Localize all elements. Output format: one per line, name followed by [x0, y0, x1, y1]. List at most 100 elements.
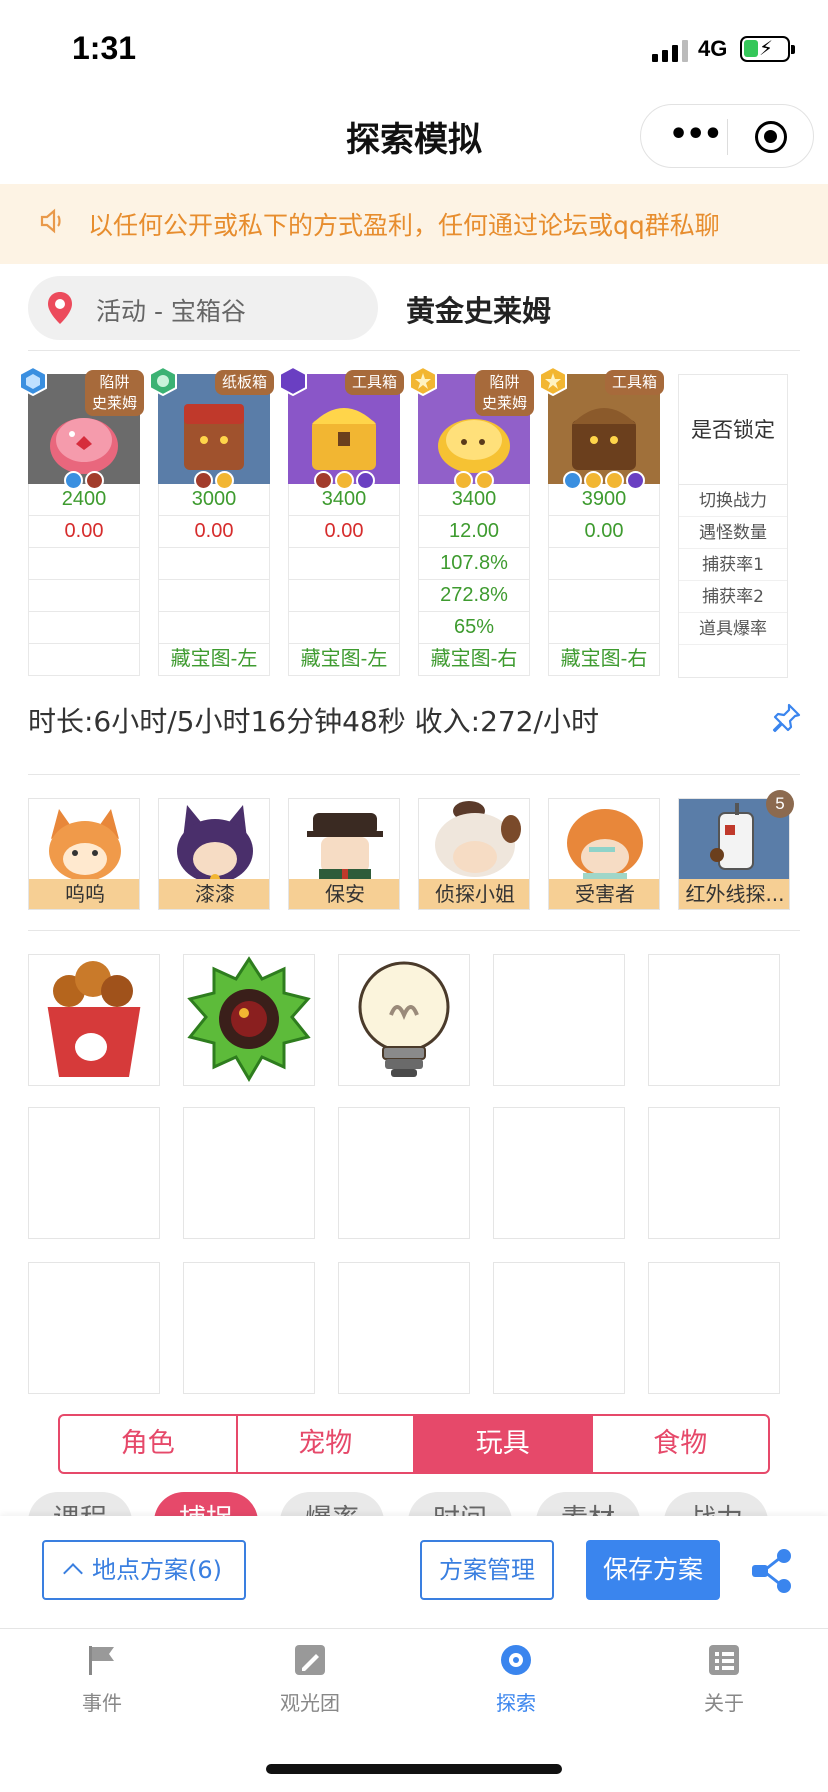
member-name: 侦探小姐 [419, 879, 529, 909]
divider [28, 350, 800, 351]
trait-icons [158, 471, 270, 490]
divider [28, 774, 800, 775]
member-slot[interactable]: 保安 [288, 798, 400, 910]
item-slot[interactable] [338, 954, 470, 1086]
enemy-tag: 工具箱 [344, 370, 404, 395]
member-name: 红外线探... [679, 879, 789, 909]
share-icon[interactable] [748, 1548, 794, 1594]
enemy-count: 0.00 [28, 516, 140, 548]
target-name: 黄金史莱姆 [406, 294, 552, 328]
tabbar-item-explore[interactable]: 探索 [456, 1643, 576, 1716]
trait-icons [28, 471, 140, 490]
label-power[interactable]: 切换战力 [679, 485, 787, 517]
manage-plans-button[interactable]: 方案管理 [420, 1540, 554, 1600]
enemy-capture2: 272.8% [418, 580, 530, 612]
battery-icon: ⚡ [740, 36, 795, 62]
item-slot[interactable] [648, 954, 780, 1086]
enemy-capture2 [288, 580, 400, 612]
divider [28, 930, 800, 931]
mini-program-capsule: ••• [640, 104, 814, 168]
tab-food[interactable]: 食物 [593, 1416, 769, 1472]
item-slot[interactable] [183, 1107, 315, 1239]
member-portrait [307, 813, 383, 881]
member-slot[interactable]: 受害者 [548, 798, 660, 910]
member-portrait [567, 809, 643, 881]
save-plan-button[interactable]: 保存方案 [586, 1540, 720, 1600]
item-slot[interactable] [493, 1262, 625, 1394]
tab-pet[interactable]: 宠物 [238, 1416, 415, 1472]
enemy-map: 藏宝图-右 [418, 644, 530, 676]
item-slot[interactable] [183, 1262, 315, 1394]
item-slot[interactable] [183, 954, 315, 1086]
tabbar-item-events[interactable]: 事件 [42, 1643, 162, 1716]
item-slot[interactable] [648, 1262, 780, 1394]
location-plans-button[interactable]: 地点方案(6) [42, 1540, 246, 1600]
enemy-card[interactable]: 陷阱 史莱姆 2400 0.00 [19, 366, 144, 676]
flag-icon [89, 1646, 114, 1675]
element-badge-icon [409, 366, 437, 396]
enemy-capture1 [28, 548, 140, 580]
edit-icon [295, 1645, 325, 1675]
element-badge-icon [149, 366, 177, 396]
chicken-bucket-icon [43, 961, 145, 1077]
tabbar-label: 事件 [82, 1691, 122, 1715]
speaker-icon [38, 206, 68, 243]
element-badge-icon [539, 366, 567, 396]
item-slot[interactable] [338, 1107, 470, 1239]
enemy-capture1 [548, 548, 660, 580]
item-slot[interactable] [648, 1107, 780, 1239]
chevron-up-icon [63, 1563, 83, 1583]
enemy-tag: 陷阱 史莱姆 [84, 370, 144, 416]
enemy-capture1: 107.8% [418, 548, 530, 580]
member-portrait [435, 801, 521, 877]
member-count-badge: 5 [766, 790, 794, 818]
green-gear-bomb-icon [187, 956, 311, 1082]
enemy-count: 0.00 [548, 516, 660, 548]
tab-toy[interactable]: 玩具 [415, 1416, 593, 1472]
member-slot[interactable]: 呜呜 [28, 798, 140, 910]
item-slot[interactable] [28, 1262, 160, 1394]
enemy-card[interactable]: 工具箱 3400 0.00 藏宝图-左 [279, 366, 404, 676]
member-slot[interactable]: 侦探小姐 [418, 798, 530, 910]
member-name: 漆漆 [159, 879, 269, 909]
trait-icons [288, 471, 400, 490]
item-slot[interactable] [493, 954, 625, 1086]
enemy-card[interactable]: 工具箱 3900 0.00 藏宝图-右 [539, 366, 664, 676]
enemy-card[interactable]: 纸板箱 3000 0.00 藏宝图-左 [149, 366, 274, 676]
pin-icon[interactable] [770, 702, 802, 734]
location-selector[interactable]: 活动 - 宝箱谷 [28, 276, 378, 340]
enemy-drop [288, 612, 400, 644]
tabbar-item-about[interactable]: 关于 [664, 1643, 784, 1716]
lock-toggle-label[interactable]: 是否锁定 [679, 375, 787, 485]
close-icon[interactable] [755, 121, 787, 153]
category-tabs: 角色 宠物 玩具 食物 [58, 1414, 770, 1474]
enemy-capture2 [158, 580, 270, 612]
element-badge-icon [279, 366, 307, 396]
enemy-card[interactable]: 陷阱 史莱姆 3400 12.00 107.8% 272.8% 65% 藏宝图-… [409, 366, 534, 676]
enemy-tag: 陷阱 史莱姆 [474, 370, 534, 416]
stat-labels-column: 是否锁定 切换战力 遇怪数量 捕获率1 捕获率2 道具爆率 [678, 374, 788, 678]
item-slot[interactable] [338, 1262, 470, 1394]
capsule-divider [727, 119, 728, 155]
item-slot[interactable] [493, 1107, 625, 1239]
element-badge-icon [19, 366, 47, 396]
notice-bar: 以任何公开或私下的方式盈利，任何通过论坛或qq群私聊 [0, 184, 828, 264]
tabbar-item-tours[interactable]: 观光团 [250, 1643, 370, 1716]
member-slot[interactable]: 漆漆 [158, 798, 270, 910]
trait-icons [418, 471, 530, 490]
enemy-image: 陷阱 史莱姆 [409, 366, 534, 490]
item-slot[interactable] [28, 954, 160, 1086]
item-slot[interactable] [28, 1107, 160, 1239]
tab-role[interactable]: 角色 [60, 1416, 238, 1472]
enemy-capture1 [158, 548, 270, 580]
signal-icon [652, 38, 690, 62]
enemy-image: 纸板箱 [149, 366, 274, 490]
member-name: 呜呜 [29, 879, 139, 909]
run-summary: 时长:6小时/5小时16分钟48秒 收入:272/小时 [28, 705, 599, 738]
tabbar-label: 探索 [496, 1691, 536, 1715]
home-indicator [266, 1764, 562, 1774]
explore-icon [501, 1645, 531, 1675]
tabbar-label: 观光团 [280, 1691, 340, 1715]
more-icon[interactable]: ••• [669, 117, 723, 152]
enemy-image: 工具箱 [279, 366, 404, 490]
